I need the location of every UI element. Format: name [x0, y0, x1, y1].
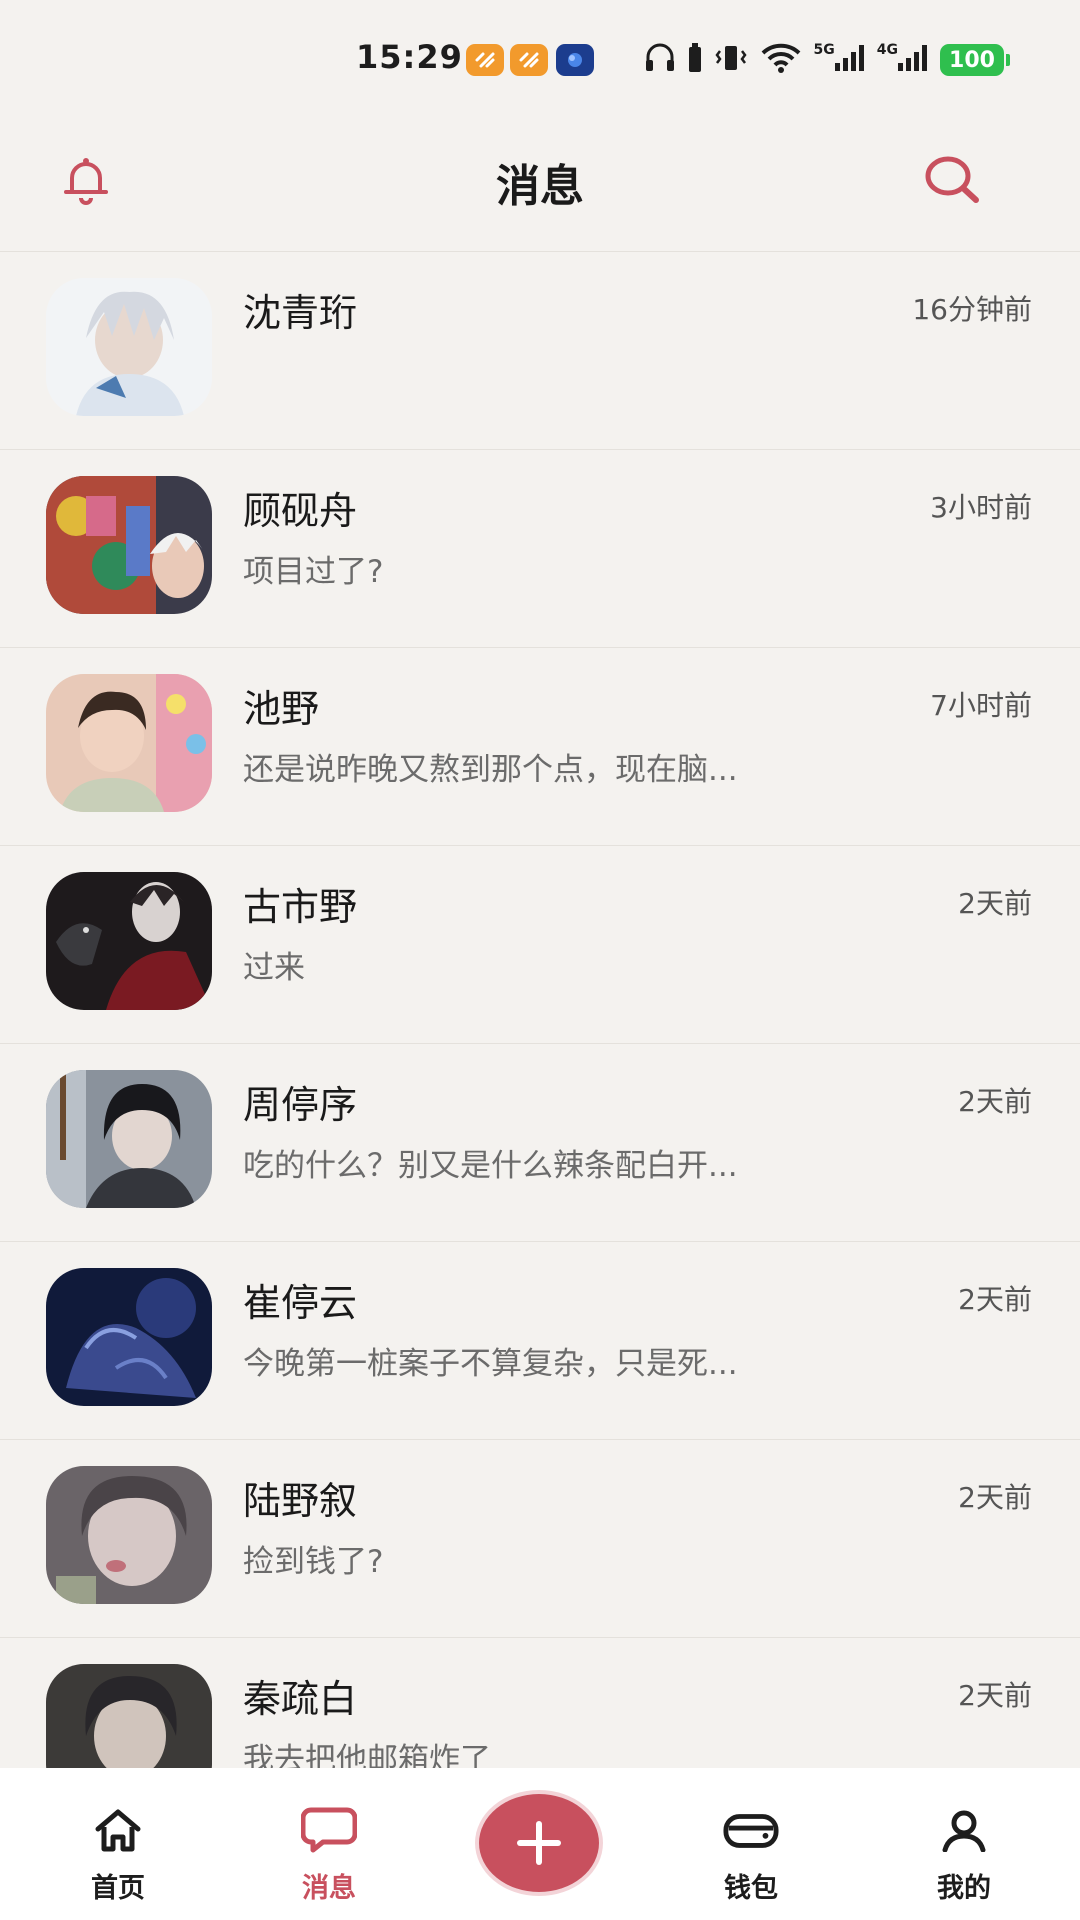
battery-indicator: 100: [940, 44, 1010, 76]
status-indicators: 5G 4G 100: [644, 40, 1010, 80]
network-type-5g: 5G: [813, 42, 835, 58]
message-preview: 我去把他邮箱炸了: [243, 1742, 491, 1768]
contact-name: 池野: [243, 687, 320, 731]
list-item[interactable]: 陆野叙 2天前 捡到钱了?: [0, 1440, 1080, 1638]
message-time: 7小时前: [930, 689, 1032, 722]
list-item[interactable]: 古市野 2天前 过来: [0, 846, 1080, 1044]
contact-name: 顾砚舟: [243, 489, 358, 533]
avatar: [46, 278, 212, 416]
notification-app-icon: [466, 44, 504, 76]
message-preview: 过来: [243, 950, 305, 986]
message-time: 3小时前: [930, 491, 1032, 524]
list-item[interactable]: 顾砚舟 3小时前 项目过了?: [0, 450, 1080, 648]
avatar: [46, 1268, 212, 1406]
message-time: 2天前: [958, 887, 1032, 920]
contact-name: 沈青珩: [243, 291, 358, 335]
avatar: [46, 1664, 212, 1768]
contact-name: 周停序: [243, 1083, 358, 1127]
message-preview: 还是说昨晚又熬到那个点，现在脑...: [243, 752, 738, 788]
avatar: [46, 1070, 212, 1208]
home-icon: [90, 1804, 146, 1856]
chat-bubble-icon: [301, 1804, 357, 1856]
nav-label: 首页: [91, 1873, 145, 1904]
user-icon: [936, 1804, 992, 1856]
signal-icon: [834, 45, 865, 75]
battery-small-icon: [688, 43, 702, 77]
list-item[interactable]: 沈青珩 16分钟前: [0, 252, 1080, 450]
message-preview: 今晚第一桩案子不算复杂，只是死...: [243, 1346, 738, 1382]
network-type-4g: 4G: [876, 42, 898, 58]
message-time: 2天前: [958, 1283, 1032, 1316]
battery-tip: [1006, 54, 1010, 66]
message-time: 2天前: [958, 1481, 1032, 1514]
notification-app-icon: [510, 44, 548, 76]
message-time: 2天前: [958, 1085, 1032, 1118]
contact-name: 古市野: [243, 885, 358, 929]
search-icon[interactable]: [914, 142, 990, 218]
contact-name: 崔停云: [243, 1281, 358, 1325]
status-time: 15:29: [356, 38, 463, 76]
list-item[interactable]: 秦疏白 2天前 我去把他邮箱炸了: [0, 1638, 1080, 1768]
message-preview: 捡到钱了?: [243, 1544, 384, 1580]
messages-screen: 15:29 5G 4G 100 消息 沈青珩 16分钟前 顾砚舟 3小时前 项目…: [0, 0, 1080, 1920]
battery-level: 100: [940, 44, 1004, 76]
nav-label: 钱包: [724, 1873, 778, 1904]
plus-icon: [517, 1821, 561, 1865]
headphones-icon: [644, 43, 676, 77]
signal-icon: [898, 45, 928, 75]
top-header: 消息: [0, 110, 1080, 252]
notification-app-icon: [556, 44, 594, 76]
wifi-icon: [760, 43, 802, 77]
list-item[interactable]: 周停序 2天前 吃的什么？别又是什么辣条配白开...: [0, 1044, 1080, 1242]
nav-wallet[interactable]: 钱包: [681, 1768, 821, 1920]
nav-home[interactable]: 首页: [48, 1768, 188, 1920]
bottom-navigation: 首页 消息 钱包 我的: [0, 1768, 1080, 1920]
list-item[interactable]: 崔停云 2天前 今晚第一桩案子不算复杂，只是死...: [0, 1242, 1080, 1440]
vibrate-icon: [714, 43, 748, 77]
avatar: [46, 872, 212, 1010]
avatar: [46, 674, 212, 812]
contact-name: 陆野叙: [243, 1479, 358, 1523]
message-list: 沈青珩 16分钟前 顾砚舟 3小时前 项目过了? 池野 7小时前 还是说昨晚又熬…: [0, 252, 1080, 1768]
message-preview: 项目过了?: [243, 554, 384, 590]
avatar: [46, 1466, 212, 1604]
contact-name: 秦疏白: [243, 1677, 358, 1721]
wallet-icon: [723, 1804, 779, 1856]
message-time: 2天前: [958, 1679, 1032, 1712]
nav-label: 我的: [937, 1873, 991, 1904]
message-preview: 吃的什么？别又是什么辣条配白开...: [243, 1148, 738, 1184]
nav-label: 消息: [302, 1873, 356, 1904]
create-button[interactable]: [479, 1794, 599, 1892]
nav-profile[interactable]: 我的: [894, 1768, 1034, 1920]
nav-messages[interactable]: 消息: [259, 1768, 399, 1920]
message-time: 16分钟前: [912, 293, 1032, 326]
status-bar: 15:29 5G 4G 100: [0, 0, 1080, 110]
list-item[interactable]: 池野 7小时前 还是说昨晚又熬到那个点，现在脑...: [0, 648, 1080, 846]
avatar: [46, 476, 212, 614]
